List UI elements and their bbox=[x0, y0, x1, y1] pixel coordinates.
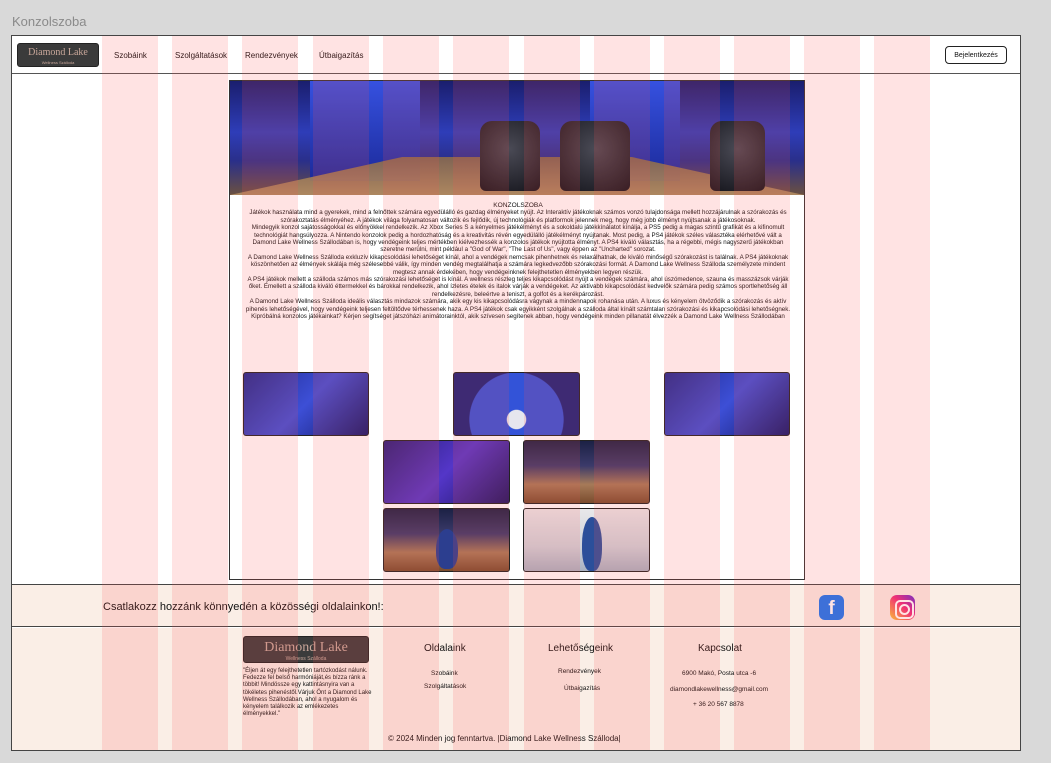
frame-title: Konzolszoba bbox=[12, 14, 87, 29]
nav-link-events[interactable]: Rendezvények bbox=[245, 51, 298, 60]
nav-link-services[interactable]: Szolgáltatások bbox=[175, 51, 227, 60]
contact-email[interactable]: diamondlakewellness@gmail.com bbox=[670, 686, 768, 693]
hero-image bbox=[230, 81, 804, 195]
footer-column-title: Oldalaink bbox=[424, 643, 466, 654]
login-button[interactable]: Bejelentkezés bbox=[945, 46, 1007, 64]
article-paragraph: A Damond Lake Wellness Szálloda exkluzív… bbox=[247, 253, 789, 276]
copyright-text: © 2024 Minden jog fenntartva. |Diamond L… bbox=[388, 734, 621, 743]
logo-subtext: Wellness Szálloda bbox=[285, 656, 327, 662]
article-paragraph: Játékok használata mind a gyerekek, mind… bbox=[249, 209, 787, 224]
footer-logo[interactable]: Diamond Lake Wellness Szálloda bbox=[243, 636, 369, 663]
nav-link-rooms[interactable]: Szobáink bbox=[114, 51, 147, 60]
logo-subtext: Wellness Szálloda bbox=[41, 60, 75, 65]
site-header: Diamond Lake Wellness Szálloda Szobáink … bbox=[12, 36, 1020, 74]
gallery-photo[interactable] bbox=[523, 508, 650, 572]
article-text: KONZOLSZOBA Játékok használata mind a gy… bbox=[242, 202, 794, 321]
footer-link-rooms[interactable]: Szobáink bbox=[431, 670, 458, 677]
logo-text: Diamond Lake bbox=[28, 47, 88, 58]
gallery-photo[interactable] bbox=[383, 508, 510, 572]
gallery-photo[interactable] bbox=[523, 440, 650, 504]
footer-description: "Éljen át egy felejthetetlen tartózkodás… bbox=[243, 668, 372, 718]
footer-link-directions[interactable]: Útbaigazítás bbox=[564, 685, 600, 692]
article-paragraph: A Damond Lake Wellness Szálloda ideális … bbox=[245, 298, 791, 313]
gallery-photo[interactable] bbox=[243, 372, 369, 436]
article-paragraph: Mindegyik konzol sajátosságokkal és előn… bbox=[251, 224, 785, 254]
site-footer: Diamond Lake Wellness Szálloda "Éljen át… bbox=[12, 628, 1020, 750]
article-paragraph: Kipróbálná konzolos játékainkat? Kérjen … bbox=[251, 313, 785, 321]
article-title: KONZOLSZOBA bbox=[493, 202, 543, 209]
gallery-photo[interactable] bbox=[383, 440, 510, 504]
contact-phone[interactable]: + 36 20 567 8878 bbox=[693, 701, 744, 708]
logo-text: Diamond Lake bbox=[264, 640, 348, 655]
instagram-icon[interactable] bbox=[890, 595, 915, 620]
article-paragraph: A PS4 játékok mellett a szálloda számos … bbox=[247, 276, 789, 298]
footer-column-title: Lehetőségeink bbox=[548, 643, 614, 654]
header-logo[interactable]: Diamond Lake Wellness Szálloda bbox=[17, 43, 99, 67]
facebook-icon[interactable]: f bbox=[819, 595, 844, 620]
footer-link-events[interactable]: Rendezvények bbox=[558, 668, 601, 675]
footer-column-title: Kapcsolat bbox=[698, 643, 742, 654]
nav-link-directions[interactable]: Útbaigazítás bbox=[319, 51, 363, 60]
contact-address: 6900 Makó, Posta utca -6 bbox=[682, 670, 757, 677]
gallery-photo[interactable] bbox=[664, 372, 790, 436]
page-frame: Diamond Lake Wellness Szálloda Szobáink … bbox=[11, 35, 1021, 751]
main-content: KONZOLSZOBA Játékok használata mind a gy… bbox=[229, 80, 805, 580]
social-text: Csatlakozz hozzánk könnyedén a közösségi… bbox=[103, 601, 384, 613]
gallery-photo[interactable] bbox=[453, 372, 580, 436]
social-bar: Csatlakozz hozzánk könnyedén a közösségi… bbox=[12, 584, 1020, 627]
footer-link-services[interactable]: Szolgáltatások bbox=[424, 683, 466, 690]
